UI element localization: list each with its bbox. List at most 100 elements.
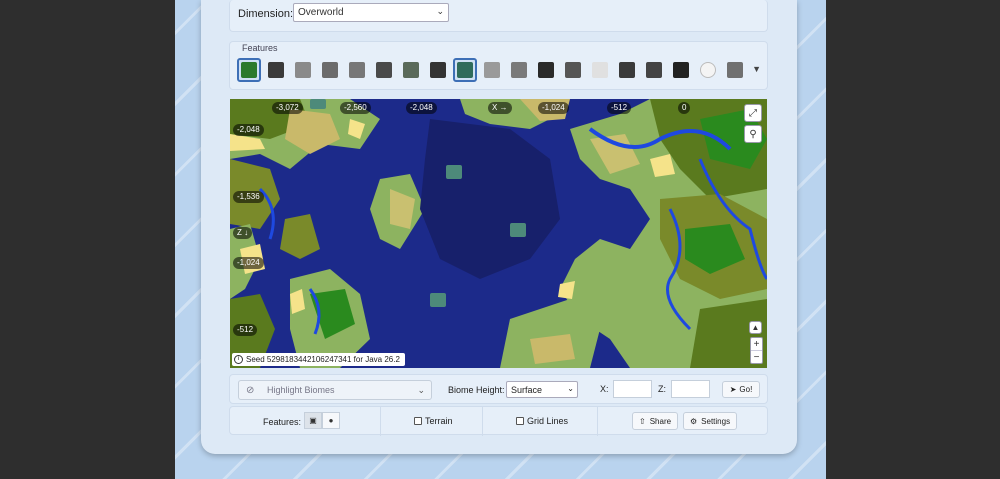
highlight-biomes-select[interactable]: ⊘ Highlight Biomes ⌄	[238, 380, 432, 400]
zoom-in-button[interactable]: +	[751, 338, 762, 351]
grid-lines-checkbox[interactable]: Grid Lines	[516, 416, 568, 426]
dimension-value: Overworld	[298, 7, 344, 18]
share-button[interactable]: ⇧ Share	[632, 412, 679, 430]
info-icon: i	[234, 355, 243, 364]
trial-chamber-icon	[727, 62, 743, 78]
expand-icon: ⤢	[749, 107, 757, 119]
feature-toggle-witch-hut[interactable]	[426, 58, 450, 82]
feature-toggle-cauldron[interactable]	[264, 58, 288, 82]
ladder-icon	[511, 62, 527, 78]
feature-toggle-snowball[interactable]	[696, 58, 720, 82]
features-on-button[interactable]: ▣	[304, 412, 322, 429]
chevron-down-icon: ⌄	[436, 6, 444, 16]
gear-icon: ⚙	[690, 416, 698, 426]
features-icon-row	[237, 58, 747, 82]
feature-toggle-skull[interactable]	[480, 58, 504, 82]
z-coordinate-input[interactable]	[671, 380, 710, 398]
dispenser-icon	[322, 62, 338, 78]
dispenser-icon: ▣	[309, 416, 317, 425]
feature-toggle-trial-chamber[interactable]	[723, 58, 747, 82]
feature-toggle-stone-block[interactable]	[291, 58, 315, 82]
right-background	[826, 0, 1000, 479]
compass-icon: ➤	[729, 385, 737, 394]
feature-toggle-biome-map[interactable]	[237, 58, 261, 82]
cauldron-icon	[268, 62, 284, 78]
z-tick-label: -512	[233, 324, 258, 336]
grid-lines-label: Grid Lines	[527, 416, 569, 426]
go-button[interactable]: ➤ Go!	[722, 381, 760, 398]
search-icon: ⚲	[749, 128, 757, 140]
north-arrow-icon: ▲	[751, 323, 760, 332]
feature-toggle-iron-bars[interactable]	[372, 58, 396, 82]
x-axis-label: X →	[488, 102, 512, 114]
settings-label: Settings	[701, 416, 731, 426]
dot-icon: ●	[328, 416, 334, 425]
x-coordinate-input[interactable]	[613, 380, 652, 398]
feature-toggle-obsidian[interactable]	[534, 58, 558, 82]
features-toggle-group: ▣ ●	[304, 412, 340, 429]
features-title: Features	[242, 43, 278, 53]
checkbox-box	[414, 417, 422, 425]
pillager-outpost-icon	[619, 62, 635, 78]
settings-button[interactable]: ⚙ Settings	[683, 412, 738, 430]
terrain-label: Terrain	[425, 416, 453, 426]
dimension-panel: Dimension: Overworld ⌄	[229, 0, 768, 32]
chevron-down-icon: ⌄	[417, 385, 425, 395]
divider	[482, 407, 483, 436]
x-coordinate-label: X:	[600, 384, 609, 394]
z-axis-label: Z ↓	[233, 227, 253, 239]
stone-block-icon	[295, 62, 311, 78]
biome-map-icon	[241, 62, 257, 78]
feature-toggle-ladder[interactable]	[507, 58, 531, 82]
feature-toggle-snow-block[interactable]	[588, 58, 612, 82]
x-tick-label: -2,560	[340, 102, 371, 114]
dimension-label: Dimension:	[238, 8, 294, 20]
controls-row-2: Features: ▣ ● Terrain Grid Lines ⇧ Share…	[229, 406, 768, 436]
ocean-ruin-icon	[457, 62, 473, 78]
terrain-checkbox[interactable]: Terrain	[414, 416, 453, 426]
z-coordinate-label: Z:	[658, 384, 666, 394]
biome-height-value: Surface	[511, 385, 543, 395]
feature-toggle-cobblestone[interactable]	[561, 58, 585, 82]
x-tick-label: -3,072	[272, 102, 303, 114]
highlight-off-icon: ⊘	[246, 385, 255, 396]
search-button[interactable]: ⚲	[744, 125, 762, 143]
potion-icon	[349, 62, 365, 78]
feature-toggle-anchor[interactable]	[669, 58, 693, 82]
feature-toggle-potion[interactable]	[345, 58, 369, 82]
features-panel: Features ▼	[229, 41, 768, 90]
feature-toggle-pillager-outpost[interactable]	[615, 58, 639, 82]
feature-toggle-dispenser[interactable]	[318, 58, 342, 82]
x-tick-label: -512	[607, 102, 632, 114]
share-label: Share	[649, 416, 672, 426]
x-tick-label: -1,024	[538, 102, 569, 114]
feature-toggle-chest[interactable]	[642, 58, 666, 82]
seed-info: i Seed 5298183442106247341 for Java 26.2	[232, 353, 405, 366]
left-background	[0, 0, 175, 479]
checkbox-box	[516, 417, 524, 425]
iron-bars-icon	[376, 62, 392, 78]
biome-map[interactable]: -3,072 -2,560 -2,048 X → -1,024 -512 0 -…	[230, 99, 767, 368]
fullscreen-button[interactable]: ⤢	[744, 104, 762, 122]
witch-hut-icon	[430, 62, 446, 78]
features-dot-button[interactable]: ●	[322, 412, 340, 429]
biome-height-label: Biome Height:	[448, 385, 505, 395]
z-tick-label: -2,048	[233, 124, 264, 136]
x-tick-label: -2,048	[406, 102, 437, 114]
seed-text: Seed 5298183442106247341 for Java 26.2	[246, 355, 400, 364]
chevron-down-icon[interactable]: ▼	[752, 64, 761, 74]
north-button[interactable]: ▲	[749, 321, 762, 334]
feature-toggle-end-portal-eye[interactable]	[399, 58, 423, 82]
zoom-out-button[interactable]: −	[751, 351, 762, 364]
map-terrain	[230, 99, 767, 368]
chevron-down-icon: ⌄	[567, 384, 574, 393]
cobblestone-icon	[565, 62, 581, 78]
feature-toggle-ocean-ruin[interactable]	[453, 58, 477, 82]
z-tick-label: -1,024	[233, 257, 264, 269]
controls-row-1: ⊘ Highlight Biomes ⌄ Biome Height: Surfa…	[229, 374, 768, 404]
end-portal-eye-icon	[403, 62, 419, 78]
biome-height-select[interactable]: Surface ⌄	[506, 381, 578, 398]
skull-icon	[484, 62, 500, 78]
dimension-select[interactable]: Overworld ⌄	[293, 3, 449, 22]
zoom-controls: + −	[750, 337, 763, 364]
